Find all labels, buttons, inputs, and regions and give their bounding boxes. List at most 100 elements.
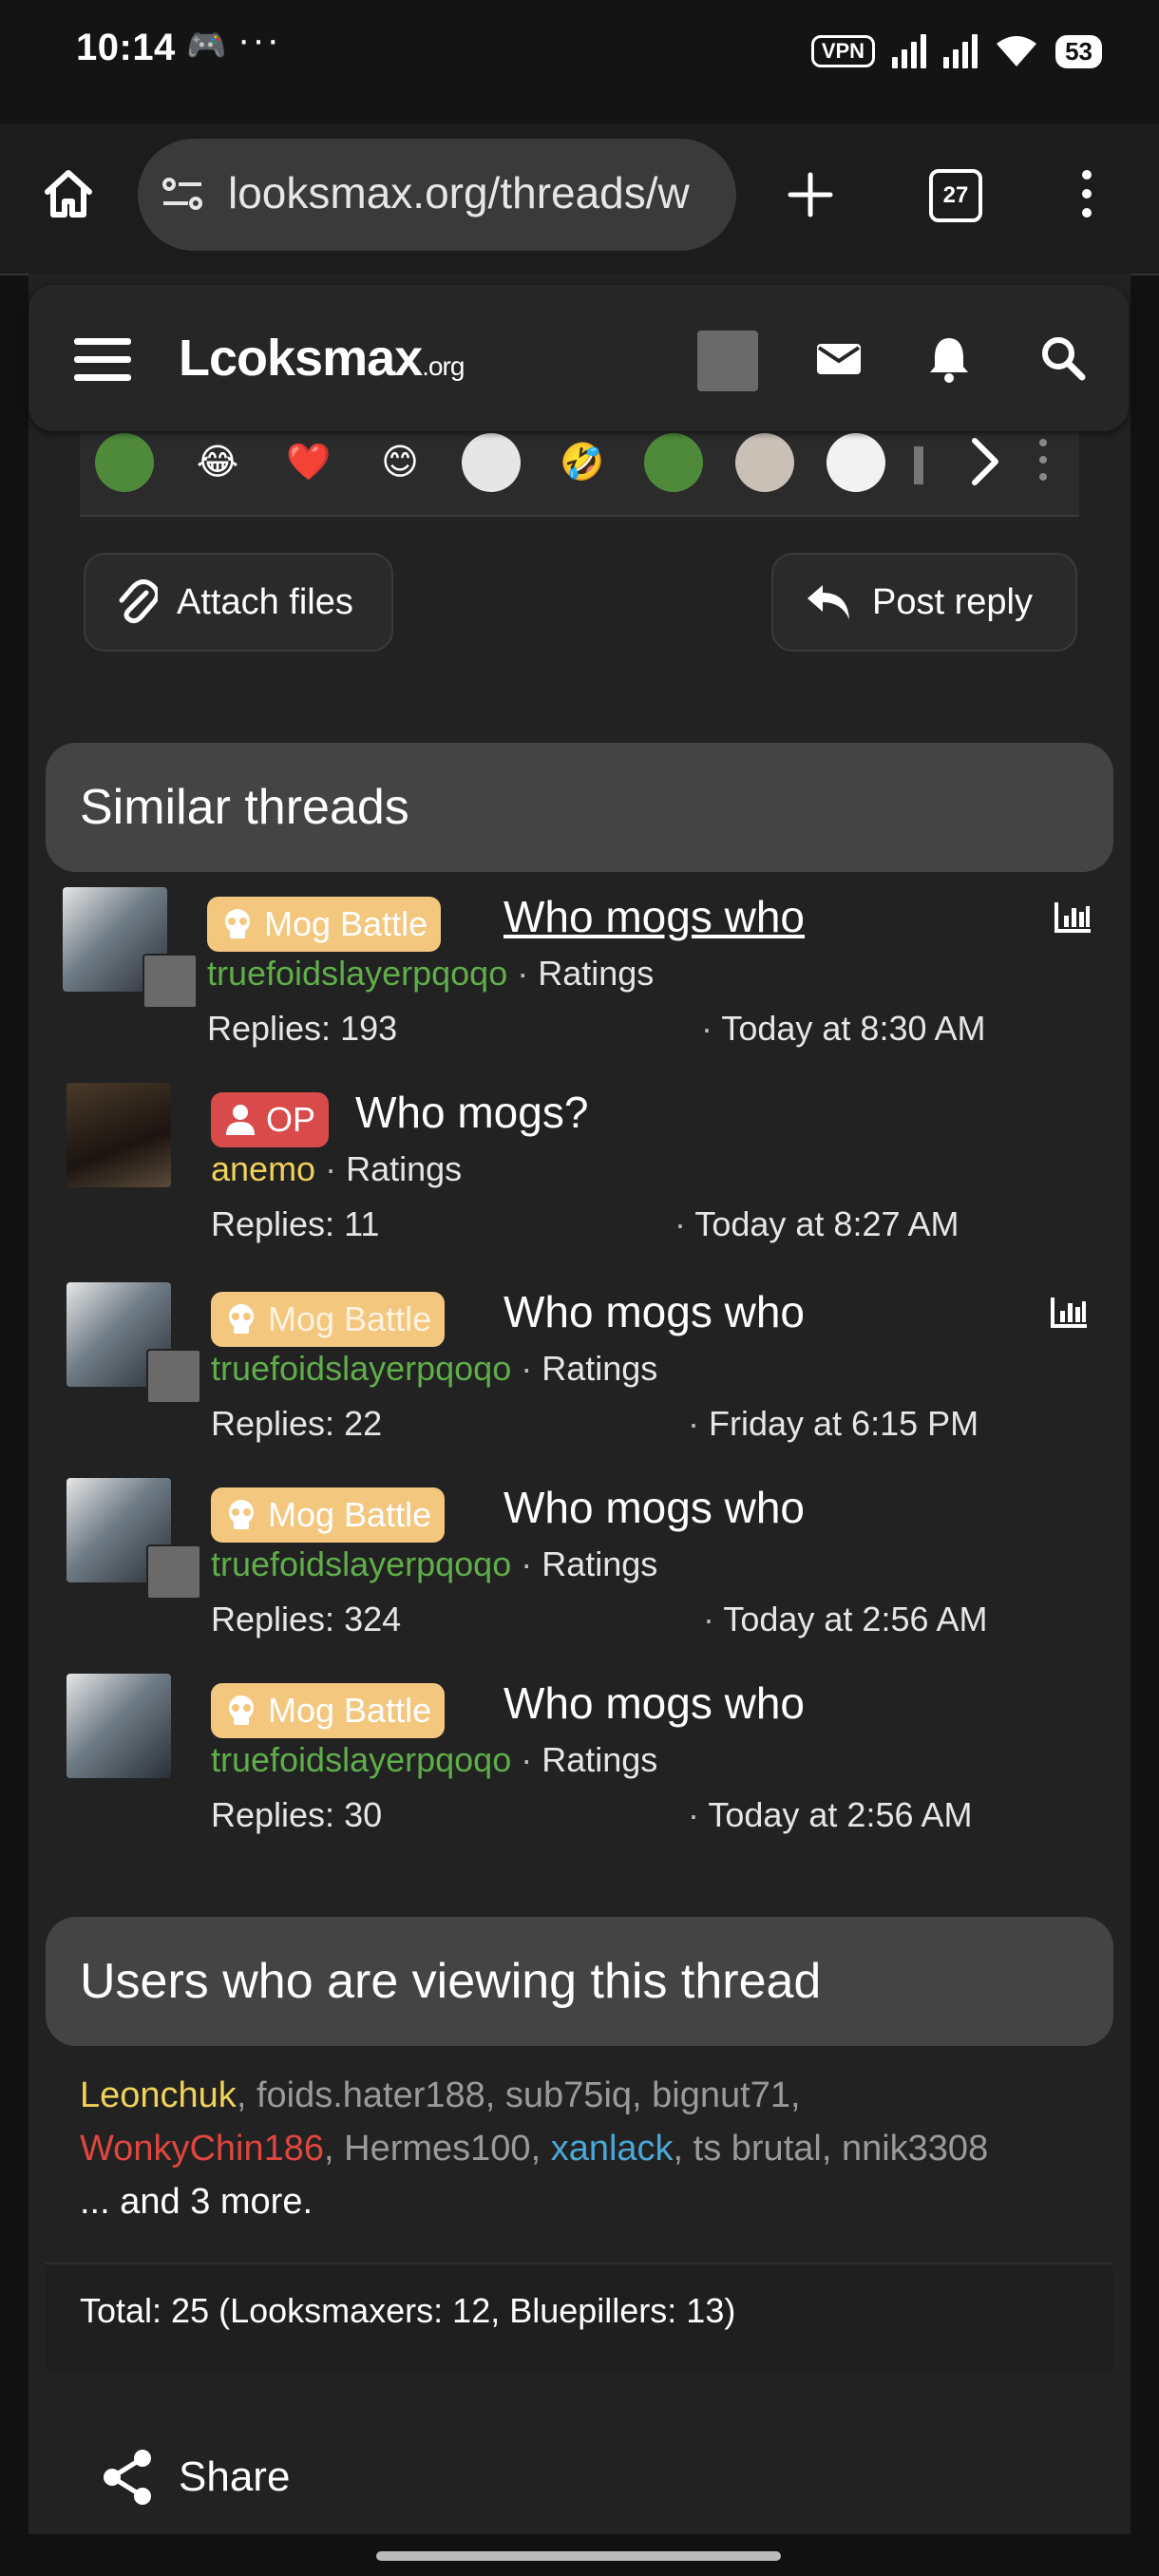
skull-icon — [229, 1695, 254, 1725]
forum-name[interactable]: Ratings — [538, 954, 654, 993]
chevron-right-icon[interactable] — [969, 435, 1001, 488]
last-poster-avatar[interactable] — [142, 954, 198, 1009]
emoji-blush[interactable]: 😊 — [370, 433, 429, 492]
author-avatar[interactable] — [66, 1674, 171, 1778]
signal-icon-2 — [943, 34, 978, 68]
site-logo[interactable]: Lcoksmax.org — [179, 329, 465, 388]
last-poster-avatar[interactable] — [146, 1544, 201, 1600]
viewer-link[interactable]: ts brutal — [694, 2129, 822, 2169]
thread-meta: truefoidslayerpqoqo · Ratings — [211, 1544, 658, 1583]
battery-indicator: 53 — [1055, 34, 1102, 68]
site-settings-icon[interactable] — [160, 173, 207, 215]
viewer-link[interactable]: foids.hater188 — [256, 2075, 485, 2115]
tab-switcher-button[interactable]: 27 — [929, 169, 982, 222]
author-name[interactable]: truefoidslayerpqoqo — [211, 1544, 511, 1583]
new-tab-plus-icon[interactable] — [787, 171, 834, 218]
last-post-date[interactable]: · Today at 2:56 AM — [703, 1600, 988, 1639]
viewers-list: Leonchuk, foids.hater188, sub75iq, bignu… — [80, 2075, 989, 2222]
op-prefix[interactable]: OP — [211, 1092, 330, 1147]
thread-title[interactable]: Who mogs? — [355, 1087, 588, 1138]
post-reply-button[interactable]: Post reply — [771, 553, 1077, 652]
thread-item[interactable]: OP Who mogs? anemo · Ratings Replies: 11… — [57, 1083, 1121, 1273]
last-post-date[interactable]: · Today at 8:27 AM — [674, 1204, 960, 1244]
prefix-label: OP — [266, 1100, 316, 1139]
emoji-rofl[interactable]: 🤣 — [553, 433, 612, 492]
forum-name[interactable]: Ratings — [346, 1149, 462, 1188]
gesture-nav-handle[interactable] — [376, 2551, 781, 2561]
url-text[interactable]: looksmax.org/threads/w — [228, 167, 722, 218]
user-avatar[interactable] — [697, 331, 758, 391]
emoji-more-icon[interactable] — [1036, 435, 1051, 484]
mog-battle-prefix[interactable]: Mog Battle — [211, 1487, 446, 1543]
reply-count: Replies: 193 — [207, 1009, 398, 1048]
user-icon — [226, 1105, 255, 1135]
viewer-link[interactable]: sub75iq — [505, 2075, 632, 2115]
prefix-label: Mog Battle — [268, 1299, 432, 1338]
last-post-date[interactable]: · Today at 2:56 AM — [688, 1795, 973, 1835]
emoji-pepe[interactable] — [95, 433, 154, 492]
author-name[interactable]: truefoidslayerpqoqo — [211, 1349, 511, 1388]
attach-files-button[interactable]: Attach files — [84, 553, 393, 652]
emoji-chad[interactable] — [735, 433, 794, 492]
thread-item[interactable]: Mog Battle Who mogs who truefoidslayerpq… — [57, 1674, 1121, 1864]
gamepad-icon: 🎮 — [186, 28, 227, 64]
emoji-heart[interactable]: ❤️ — [279, 433, 338, 492]
thread-title[interactable]: Who mogs who — [504, 1677, 805, 1729]
author-name[interactable]: truefoidslayerpqoqo — [207, 954, 507, 993]
forum-name[interactable]: Ratings — [542, 1740, 657, 1779]
forum-name[interactable]: Ratings — [542, 1544, 657, 1583]
bell-icon[interactable] — [927, 334, 971, 384]
thread-title[interactable]: Who mogs who — [504, 1482, 805, 1533]
home-icon[interactable] — [40, 165, 97, 222]
prefix-label: Mog Battle — [268, 1691, 432, 1730]
viewer-link[interactable]: bignut71 — [652, 2075, 790, 2115]
skull-icon — [225, 909, 250, 938]
menu-icon[interactable] — [74, 336, 131, 384]
thread-item[interactable]: Mog Battle Who mogs who truefoidslayerpq… — [57, 1478, 1121, 1668]
reply-count: Replies: 11 — [211, 1204, 380, 1243]
emoji-pepe-2[interactable] — [644, 433, 703, 492]
thread-meta: truefoidslayerpqoqo · Ratings — [207, 954, 655, 993]
forum-name[interactable]: Ratings — [542, 1349, 657, 1388]
author-name[interactable]: truefoidslayerpqoqo — [211, 1740, 511, 1779]
last-post-date[interactable]: · Friday at 6:15 PM — [688, 1404, 978, 1444]
reply-arrow-icon — [808, 585, 849, 619]
viewer-link[interactable]: Hermes100 — [344, 2129, 530, 2169]
viewer-link[interactable]: Leonchuk — [80, 2075, 237, 2115]
viewers-more[interactable]: ... and 3 more. — [80, 2182, 313, 2222]
wifi-icon — [997, 36, 1037, 66]
reply-count: Replies: 324 — [211, 1600, 402, 1638]
emoji-wojak[interactable] — [462, 433, 521, 492]
bar-chart-icon — [1054, 902, 1091, 933]
emoji-crying-laughing[interactable]: 😂 — [188, 433, 247, 492]
thread-meta: truefoidslayerpqoqo · Ratings — [211, 1740, 658, 1779]
share-button[interactable]: Share — [101, 2449, 290, 2506]
attach-files-label: Attach files — [177, 581, 353, 622]
viewer-link[interactable]: xanlack — [551, 2129, 674, 2169]
thread-title[interactable]: Who mogs who — [504, 891, 805, 942]
emoji-soyjak[interactable] — [826, 433, 885, 492]
mog-battle-prefix[interactable]: Mog Battle — [207, 897, 442, 952]
paperclip-icon — [119, 579, 158, 624]
search-icon[interactable] — [1039, 334, 1087, 382]
skull-icon — [229, 1304, 254, 1334]
author-name[interactable]: anemo — [211, 1149, 315, 1188]
emoji-partial — [914, 446, 923, 484]
last-poster-avatar[interactable] — [146, 1349, 201, 1404]
author-avatar[interactable] — [66, 1083, 171, 1187]
mog-battle-prefix[interactable]: Mog Battle — [211, 1292, 446, 1347]
status-time: 10:14 — [76, 27, 176, 68]
status-icons: VPN 53 — [810, 28, 1102, 74]
signal-icon — [892, 34, 927, 68]
prefix-label: Mog Battle — [268, 1495, 432, 1534]
more-vert-icon[interactable] — [1077, 167, 1096, 220]
viewer-link[interactable]: nnik3308 — [842, 2129, 988, 2169]
last-post-date[interactable]: · Today at 8:30 AM — [701, 1009, 986, 1049]
viewers-heading: Users who are viewing this thread — [46, 1917, 1113, 2046]
mog-battle-prefix[interactable]: Mog Battle — [211, 1683, 446, 1738]
thread-item[interactable]: Mog Battle Who mogs who truefoidslayerpq… — [57, 1282, 1121, 1472]
viewer-link[interactable]: WonkyChin186 — [80, 2129, 324, 2169]
envelope-icon[interactable] — [815, 340, 863, 378]
thread-item[interactable]: Mog Battle Who mogs who truefoidslayerpq… — [57, 887, 1121, 1077]
thread-title[interactable]: Who mogs who — [504, 1286, 805, 1337]
